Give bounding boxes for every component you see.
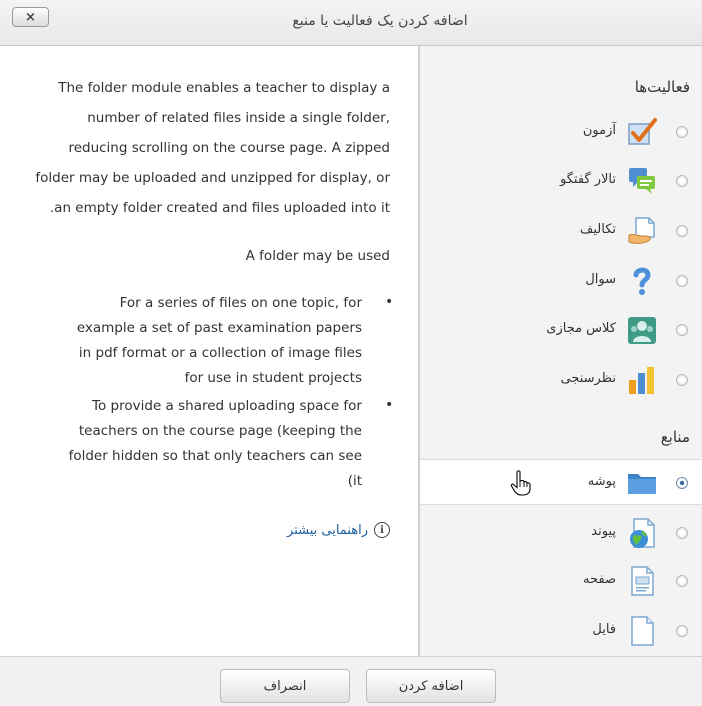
- help-bullet2-line: To provide a shared uploading space for: [92, 398, 362, 414]
- option-radio[interactable]: [676, 275, 688, 287]
- help-bullet1-line: example a set of past examination papers: [76, 320, 362, 336]
- help-used-title: A folder may be used: [245, 248, 390, 264]
- bullet-marker: •: [385, 397, 394, 413]
- option-folder[interactable]: پوشه: [420, 459, 702, 505]
- option-page[interactable]: صفحه: [420, 558, 702, 604]
- option-label: پوشه: [587, 474, 616, 489]
- option-label: آزمون: [582, 123, 616, 138]
- option-radio[interactable]: [676, 175, 688, 187]
- virtual-class-icon: [628, 317, 656, 344]
- help-bullet2-line: folder hidden so that only teachers can …: [68, 448, 362, 464]
- option-radio-checked[interactable]: [676, 477, 688, 489]
- help-bullet1-line: for use in student projects: [184, 370, 362, 386]
- option-label: تکالیف: [579, 222, 616, 237]
- dialog-footer: اضافه کردن انصراف: [0, 656, 702, 706]
- forum-icon: [629, 168, 655, 194]
- add-button[interactable]: اضافه کردن: [366, 669, 496, 703]
- help-bullet1-line: in pdf format or a collection of image f…: [78, 345, 362, 361]
- option-radio[interactable]: [676, 527, 688, 539]
- module-chooser: فعالیت‌ها آزمون تالار گفتگو تکالیف: [418, 46, 702, 656]
- option-label: نظرسنجی: [560, 371, 617, 386]
- info-icon: i: [374, 522, 390, 538]
- option-question[interactable]: سوال: [420, 258, 702, 304]
- option-label: تالار گفتگو: [560, 172, 616, 187]
- poll-icon: [629, 367, 654, 394]
- help-bullet2-line: teachers on the course page (keeping the: [78, 423, 362, 439]
- option-url[interactable]: پیوند: [420, 510, 702, 556]
- more-help-link[interactable]: i راهنمایی بیشتر: [287, 522, 390, 538]
- option-radio[interactable]: [676, 126, 688, 138]
- url-icon: [630, 518, 655, 548]
- help-bullet2-line: (it: [347, 473, 362, 489]
- page-icon: [631, 566, 654, 596]
- close-icon: ×: [25, 9, 36, 25]
- option-label: پیوند: [591, 524, 616, 539]
- file-icon: [631, 616, 654, 646]
- option-file[interactable]: فایل: [420, 608, 702, 654]
- option-radio[interactable]: [676, 625, 688, 637]
- option-forum[interactable]: تالار گفتگو: [420, 158, 702, 204]
- option-radio[interactable]: [676, 324, 688, 336]
- activities-section-title: فعالیت‌ها: [634, 78, 690, 96]
- help-intro-line: The folder module enables a teacher to d…: [58, 80, 390, 96]
- hand-cursor-icon: [510, 470, 531, 496]
- option-radio[interactable]: [676, 225, 688, 237]
- option-radio[interactable]: [676, 374, 688, 386]
- cancel-button[interactable]: انصراف: [220, 669, 350, 703]
- resources-section-title: منابع: [660, 428, 690, 446]
- option-virtual-class[interactable]: کلاس مجازی: [420, 307, 702, 353]
- option-label: صفحه: [583, 572, 616, 587]
- more-help-label: راهنمایی بیشتر: [287, 522, 368, 538]
- question-icon: [633, 267, 651, 295]
- help-panel: The folder module enables a teacher to d…: [0, 46, 416, 656]
- option-quiz[interactable]: آزمون: [420, 109, 702, 155]
- option-label: فایل: [592, 622, 616, 637]
- close-button[interactable]: ×: [12, 7, 49, 27]
- option-poll[interactable]: نظرسنجی: [420, 357, 702, 403]
- help-intro-line: folder may be uploaded and unzipped for …: [35, 170, 390, 186]
- help-bullet1-line: For a series of files on one topic, for: [119, 295, 362, 311]
- option-label: سوال: [585, 272, 616, 287]
- option-label: کلاس مجازی: [546, 321, 616, 336]
- assignment-icon: [628, 217, 655, 244]
- bullet-marker: •: [385, 294, 394, 310]
- dialog-title: اضافه کردن یک فعالیت یا منبع: [292, 13, 468, 29]
- help-intro-line: .an empty folder created and files uploa…: [49, 200, 390, 216]
- help-intro-line: reducing scrolling on the course page. A…: [68, 140, 390, 156]
- help-intro-line: number of related files inside a single …: [87, 110, 390, 126]
- option-assignment[interactable]: تکالیف: [420, 208, 702, 254]
- option-radio[interactable]: [676, 575, 688, 587]
- quiz-icon: [628, 118, 657, 145]
- dialog-header: × اضافه کردن یک فعالیت یا منبع: [0, 0, 702, 46]
- folder-icon: [628, 474, 656, 494]
